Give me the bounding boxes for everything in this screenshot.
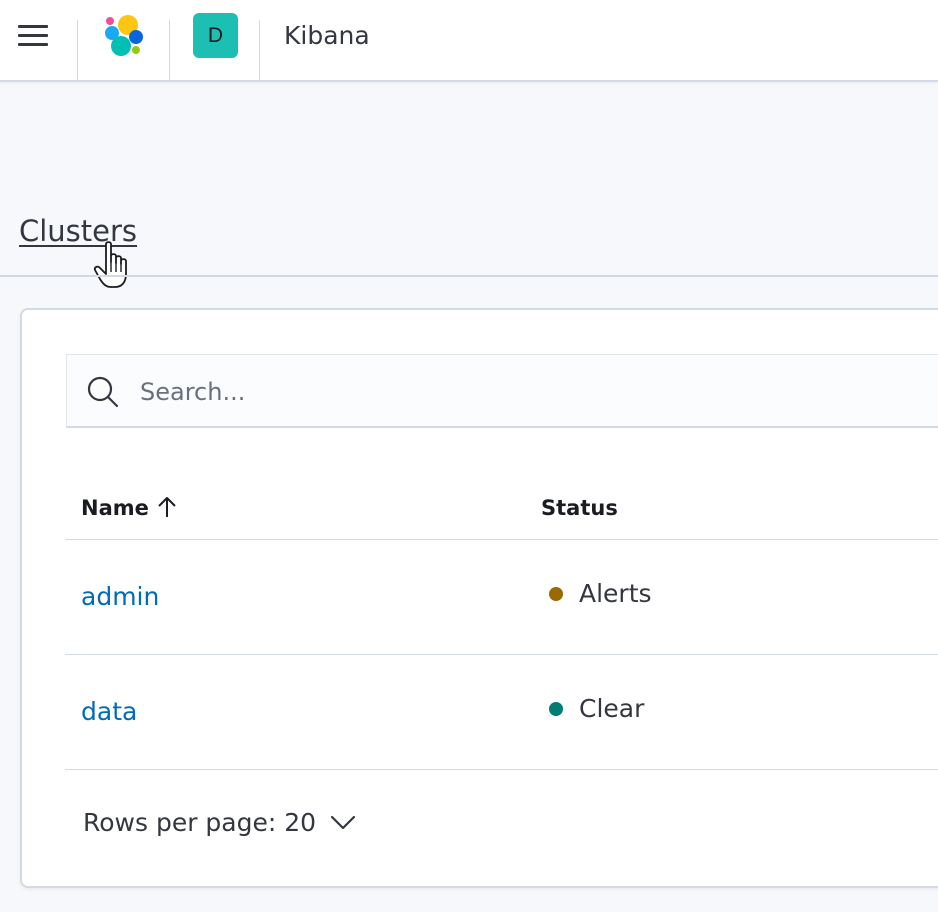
search-icon <box>87 376 119 408</box>
table-row-divider <box>65 654 938 655</box>
status-text: Alerts <box>579 579 652 608</box>
rows-per-page-button[interactable]: Rows per page: 20 <box>83 806 316 840</box>
hamburger-menu-button[interactable] <box>18 22 50 50</box>
chevron-down-icon[interactable] <box>330 812 356 832</box>
column-header-status[interactable]: Status <box>541 494 618 522</box>
hamburger-menu-icon-bar <box>18 43 48 46</box>
header-divider <box>259 20 260 80</box>
space-avatar-initial: D <box>207 24 224 47</box>
table-row-divider <box>65 539 938 540</box>
app-title: Kibana <box>284 21 370 50</box>
status-dot-icon <box>549 587 563 601</box>
search-input[interactable] <box>140 374 920 410</box>
cluster-name-link[interactable]: admin <box>81 581 159 613</box>
column-header-name[interactable]: Name <box>81 494 149 522</box>
hamburger-menu-icon <box>18 25 48 28</box>
elastic-logo-icon[interactable] <box>100 12 148 60</box>
top-header: D Kibana <box>0 0 938 82</box>
section-divider <box>0 275 938 277</box>
hamburger-menu-icon-bar <box>18 34 48 37</box>
space-avatar[interactable]: D <box>193 13 238 58</box>
header-divider <box>77 20 78 80</box>
status-dot-icon <box>549 702 563 716</box>
table-row-divider <box>65 769 938 770</box>
cluster-name-link[interactable]: data <box>81 696 137 728</box>
sort-ascending-arrow-icon[interactable] <box>156 495 178 519</box>
hand-pointer-cursor-icon <box>93 241 127 288</box>
status-text: Clear <box>579 694 645 723</box>
header-divider <box>169 20 170 80</box>
